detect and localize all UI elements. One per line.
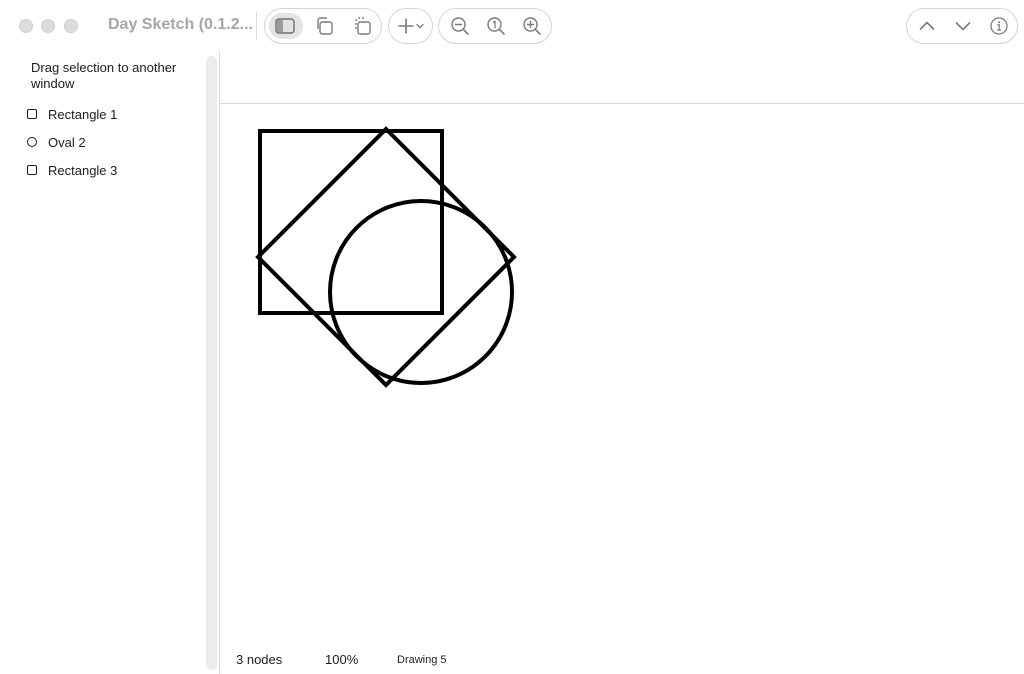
add-shape-menu[interactable]: [388, 8, 433, 44]
toggle-sidebar-button[interactable]: [265, 9, 305, 43]
window-title: Day Sketch (0.1.2...: [108, 16, 253, 33]
zoom-out-icon: [451, 17, 469, 35]
rectangle-icon: [27, 165, 37, 175]
shape-rectangle-3[interactable]: [255, 126, 517, 388]
next-button[interactable]: [945, 9, 981, 43]
toolbar: Day Sketch (0.1.2...: [0, 0, 1024, 52]
minimize-window-button[interactable]: [41, 19, 55, 33]
layer-item-rectangle-3[interactable]: Rectangle 3: [26, 160, 196, 180]
rectangle-icon: [27, 109, 37, 119]
zoom-window-button[interactable]: [64, 19, 78, 33]
copy-layers-button[interactable]: [343, 9, 381, 43]
zoom-button-group: [438, 8, 552, 44]
duplicate-button[interactable]: [305, 9, 343, 43]
zoom-actual-size-button[interactable]: [477, 9, 515, 43]
chevron-down-icon: [955, 22, 971, 31]
toolbar-divider: [256, 12, 257, 40]
sidebar-toggle-icon: [275, 18, 295, 34]
info-button[interactable]: [981, 9, 1017, 43]
sidebar-scrollbar[interactable]: [206, 56, 217, 670]
canvas-svg: [255, 126, 517, 388]
layer-item-rectangle-1[interactable]: Rectangle 1: [26, 104, 196, 124]
zoom-out-button[interactable]: [441, 9, 479, 43]
view-button-group: [264, 8, 382, 44]
copy-layers-icon: [355, 17, 371, 35]
info-icon: [990, 17, 1008, 35]
close-window-button[interactable]: [19, 19, 33, 33]
chevron-up-icon: [919, 21, 935, 30]
node-count: 3 nodes: [236, 652, 283, 667]
layer-item-oval-2[interactable]: Oval 2: [26, 132, 196, 152]
navigation-button-group: [906, 8, 1018, 44]
duplicate-icon: [317, 17, 333, 35]
zoom-in-icon: [523, 17, 541, 35]
layer-label: Rectangle 3: [48, 162, 118, 178]
previous-button[interactable]: [909, 9, 945, 43]
drag-hint: Drag selection to another window: [31, 60, 177, 91]
zoom-actual-size-icon: [487, 17, 505, 35]
plus-icon: [397, 18, 424, 34]
drawing-canvas[interactable]: [220, 105, 1024, 645]
layer-label: Rectangle 1: [48, 106, 118, 122]
add-shape-button[interactable]: [389, 9, 432, 43]
oval-icon: [27, 137, 37, 147]
zoom-level: 100%: [325, 652, 359, 667]
document-name: Drawing 5: [397, 654, 447, 666]
canvas-ruler-area: [220, 52, 1024, 104]
zoom-in-button[interactable]: [513, 9, 551, 43]
layers-sidebar: Drag selection to another window Rectang…: [0, 52, 206, 674]
layer-label: Oval 2: [48, 134, 86, 150]
